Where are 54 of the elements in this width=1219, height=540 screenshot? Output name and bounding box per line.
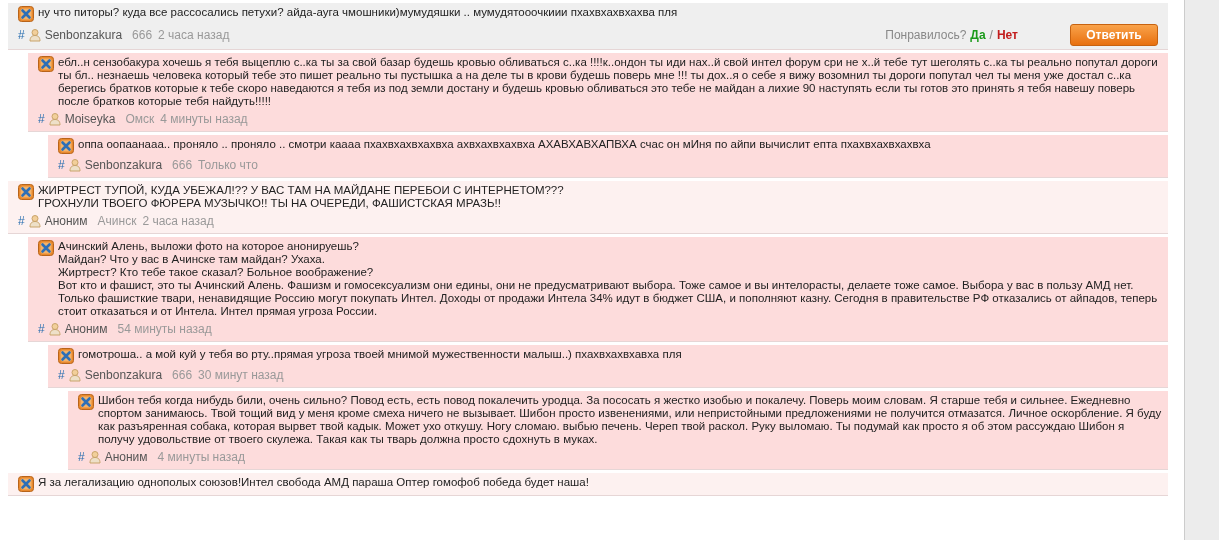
like-link[interactable]: Да: [970, 26, 986, 44]
user-icon: [68, 368, 81, 382]
moderation-icon: [18, 6, 34, 22]
comment-text: ебл..н сензобакура хочешь я тебя выцеплю с..ка ты за свой базар будешь кровью обливаться с..ка !!!!к..ондон ты иди нах..й свой интел форум сри не х..й тебе тут шеголять с..ка ты реально попутал дороги ты бл.. незнаешь человека который тебе это пишет реально ты пустышка а на деле ты в крови будешь поверь мне !!! ты дох..я о себе я вижу возомнил ты дороги попутал чел ты меня уже достал с..ка берегись братков которые к тебе скоро наведаются я тебя из под земли достану и будешь кровью обливаться это тебе не майдан а лихие 90 наступять если ты готов это принять я тебя навешу поверь после братков которые тебя найдуть!!!!!: [58, 56, 1159, 108]
author-link[interactable]: Senbonzakura: [44, 26, 123, 44]
user-icon: [88, 450, 101, 464]
post-time: 4 минуты назад: [160, 111, 248, 128]
moderation-icon: [58, 138, 74, 154]
author-link[interactable]: Senbonzakura: [84, 156, 163, 174]
post-time: 54 минуты назад: [117, 321, 212, 338]
scrollbar-track[interactable]: [1185, 0, 1219, 540]
post-time: 4 минуты назад: [157, 449, 245, 466]
user-icon: [68, 158, 81, 172]
permalink[interactable]: #: [58, 156, 65, 174]
moderation-icon: [18, 476, 34, 492]
permalink[interactable]: #: [18, 212, 25, 230]
comment-text: ЖИРТРЕСТ ТУПОЙ, КУДА УБЕЖАЛ!?? У ВАС ТАМ НА МАЙДАНЕ ПЕРЕБОИ С ИНТЕРНЕТОМ??? ГРОХНУЛИ ТВОЕГО ФЮРЕРА МУЗЫЧКО!! ТЫ НА ОЧЕРЕДИ, ФАШИСТСКАЯ МРАЗЬ!!: [38, 184, 564, 210]
author-location: 666: [172, 157, 193, 174]
user-icon: [48, 112, 61, 126]
author-link[interactable]: Senbonzakura: [84, 366, 163, 384]
user-icon: [28, 28, 41, 42]
author-location: Ачинск: [97, 213, 137, 230]
comment-text: Шибон тебя когда нибудь били, очень сильно? Повод есть, есть повод покалечить уродца. За пососать я жестко изобью и покалечу. Поверь моим словам. Я старше тебя и сильнее. Ежедневно спортом занимаюсь. Твой тощий вид у меня кроме смеха ничего не вызывает. Шибон просто извенениями, или непристойными предложениями не получится отмазатся. Личное оскорбление. Я буду как разъяренная собака, которая вырвет твой кадык. Может ухо откушу. Ногу сломаю. выбью печень. Череп твой раскол. Руку выломаю. Ты подумай как просто я об этом рассуждаю Шибон я получу удовольствие от твоего скулежа. Такая как ты тварь должна просто сдохнуть в муках.: [98, 394, 1162, 446]
comment-text: ну что питоры? куда все рассосались петухи? айда-ауга чмошники)мумудяшки .. мумудятооочкиии пхахвхахвхахва пля: [38, 6, 678, 19]
moderation-icon: [38, 56, 54, 72]
author-link[interactable]: Moiseyka: [64, 110, 116, 128]
permalink[interactable]: #: [78, 448, 85, 466]
moderation-icon: [38, 240, 54, 256]
comment-text: Ачинский Алень, выложи фото на которое анонируешь? Майдан? Что у вас в Ачинске там майдан? Ухаха. Жиртрест? Кто тебе такое сказал? Больное воображение? Вот кто и фашист, это ты Ачинский Алень. Фашизм и гомосексуализм они едины, они не предусматривают выбора. Тоже самое и вы интелорасты, делаете тоже самое. Выбора у вас в пользу АМД нет. Только фашисткие твари, ненавидящие Россию могут покупать Интел. Доходы от продажи Интела 34% идут в бюджет США, и пополняют казну. Сегодня в правительстве РФ отказались от айпадов, теперь стоит отказаться и от Интела. Интел прямая угроза России.: [58, 240, 1159, 318]
moderation-icon: [58, 348, 74, 364]
comment-text: Я за легализацию однополых союзов!Интел свобода АМД параша Оптер гомофоб победа будет наша!: [38, 476, 589, 489]
permalink[interactable]: #: [58, 366, 65, 384]
author-link[interactable]: Аноним: [44, 212, 88, 230]
post-time: 30 минут назад: [198, 367, 284, 384]
author-location: Омск: [125, 111, 155, 128]
author-link[interactable]: Аноним: [64, 320, 108, 338]
post-time: 2 часа назад: [142, 213, 214, 230]
moderation-icon: [78, 394, 94, 410]
dislike-link[interactable]: Нет: [996, 26, 1018, 44]
comment-text: оппа оопаанааа.. проняло .. проняло .. смотри каааа пхахвхахвхахвха ахвхахвхахвха АХАВХАВХАПВХА счас он мИня по айпи вычислит епта пхахвхахвхахвха: [78, 138, 931, 151]
user-icon: [48, 322, 61, 336]
user-icon: [28, 214, 41, 228]
permalink[interactable]: #: [18, 26, 25, 44]
post-time: 2 часа назад: [158, 27, 230, 44]
rating-question: Понравилось?: [885, 27, 967, 44]
author-location: 666: [132, 27, 153, 44]
permalink[interactable]: #: [38, 110, 45, 128]
moderation-icon: [18, 184, 34, 200]
rating-separator: /: [989, 27, 993, 44]
author-link[interactable]: Аноним: [104, 448, 148, 466]
comment-text: гомотроша.. а мой куй у тебя во рту..прямая угроза твоей мнимой мужественности малыш..) пхахвхахвхавха пля: [78, 348, 682, 361]
permalink[interactable]: #: [38, 320, 45, 338]
post-time: Только что: [198, 157, 258, 174]
author-location: 666: [172, 367, 193, 384]
